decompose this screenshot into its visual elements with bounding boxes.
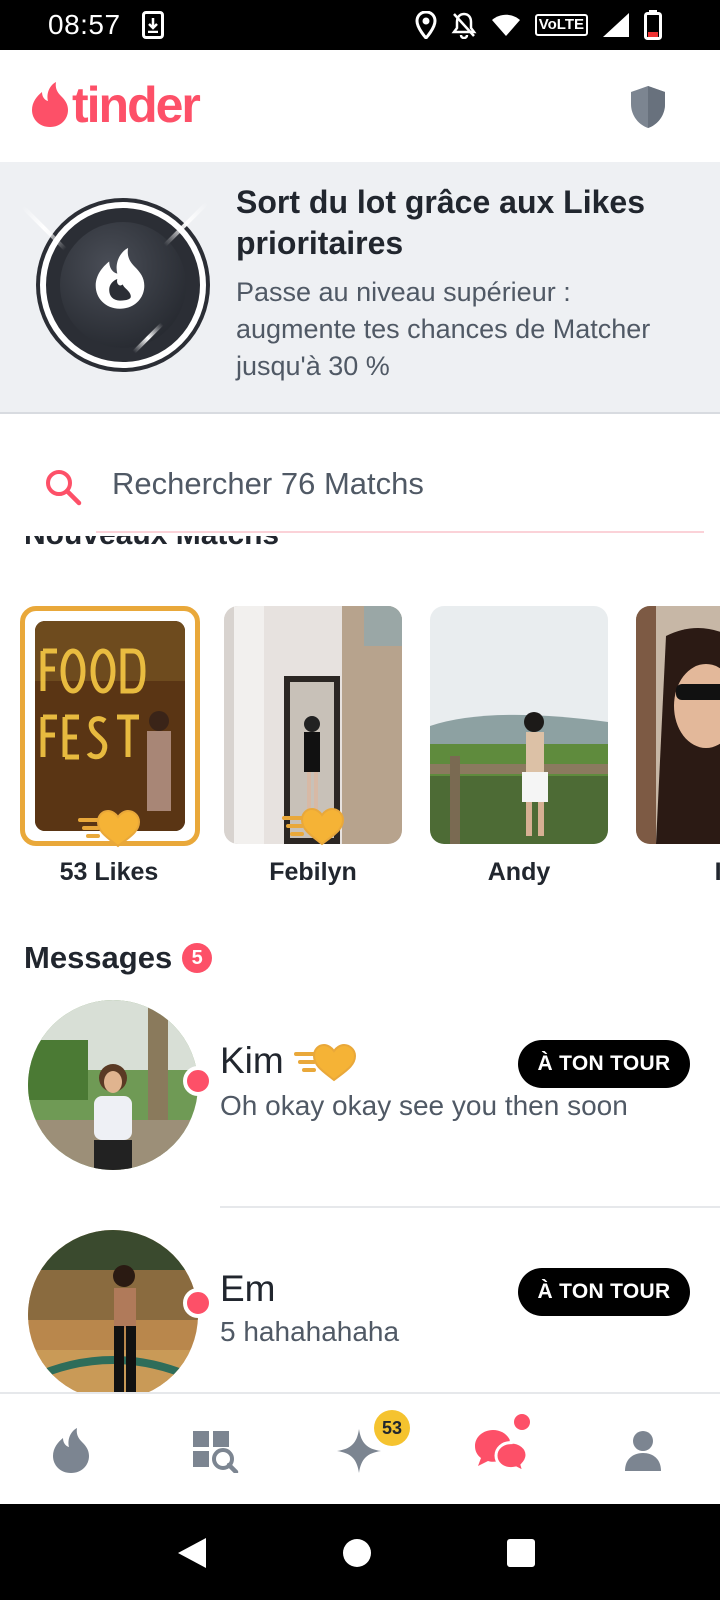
search-icon bbox=[46, 470, 82, 506]
match-name: Andy bbox=[487, 858, 551, 886]
your-turn-badge: À TON TOUR bbox=[518, 1268, 690, 1316]
tinder-logo[interactable]: tinder bbox=[30, 77, 201, 133]
system-navigation-bar bbox=[0, 1504, 720, 1600]
logo-text: tinder bbox=[72, 77, 201, 133]
priority-like-badge bbox=[21, 201, 209, 368]
messages-header: Messages 5 bbox=[24, 940, 213, 976]
profile-icon bbox=[625, 1431, 661, 1471]
tab-swipe[interactable] bbox=[36, 1416, 106, 1486]
message-sender-name: Kim bbox=[220, 1040, 284, 1081]
location-icon bbox=[415, 11, 437, 39]
gold-heart-icon bbox=[78, 809, 141, 848]
message-preview: Oh okay okay see you then soon bbox=[220, 1090, 628, 1121]
message-preview: 5 hahahahaha bbox=[220, 1316, 400, 1347]
match-name: Febilyn bbox=[269, 858, 357, 886]
battery-icon bbox=[644, 10, 662, 40]
status-bar: 08:57 VoLTE bbox=[0, 0, 720, 50]
match-card[interactable] bbox=[430, 606, 608, 844]
banner-title: Sort du lot grâce aux Likes prioritaires bbox=[236, 184, 645, 261]
download-icon bbox=[142, 11, 164, 39]
likes-card-photo bbox=[35, 621, 185, 831]
bottom-tab-bar: 53 bbox=[0, 1392, 720, 1504]
shield-icon[interactable] bbox=[628, 84, 668, 130]
messages-count-badge: 5 bbox=[182, 943, 213, 973]
flame-icon bbox=[95, 247, 145, 309]
message-sender-name: Em bbox=[220, 1268, 276, 1309]
match-name: Ia bbox=[714, 858, 720, 886]
home-icon[interactable] bbox=[342, 1538, 372, 1568]
your-turn-badge: À TON TOUR bbox=[518, 1040, 690, 1088]
status-time: 08:57 bbox=[48, 9, 121, 40]
tab-profile[interactable] bbox=[608, 1416, 678, 1486]
tab-explore[interactable] bbox=[180, 1416, 250, 1486]
back-icon[interactable] bbox=[176, 1536, 208, 1570]
avatar[interactable] bbox=[28, 1230, 198, 1400]
message-divider bbox=[220, 1206, 720, 1208]
gold-heart-icon bbox=[282, 807, 345, 846]
likes-count-badge: 53 bbox=[374, 1410, 410, 1446]
avatar[interactable] bbox=[28, 1000, 198, 1170]
match-card[interactable] bbox=[636, 606, 720, 844]
search-bar[interactable]: Rechercher 76 Matchs bbox=[0, 414, 720, 534]
likes-count-label: 53 Likes bbox=[59, 858, 159, 886]
messages-title: Messages bbox=[24, 940, 173, 975]
wifi-icon bbox=[491, 14, 520, 36]
chat-icon bbox=[475, 1430, 529, 1474]
flame-icon bbox=[53, 1428, 89, 1473]
signal-icon bbox=[603, 13, 629, 37]
gold-heart-icon bbox=[294, 1043, 357, 1082]
unread-indicator bbox=[183, 1288, 213, 1318]
new-matches-carousel[interactable]: 53 Likes Febilyn Andy I bbox=[0, 606, 720, 896]
new-matches-title-container: Nouveaux Matchs bbox=[24, 536, 424, 570]
message-row[interactable]: Kim Oh okay okay see you then soon À TON… bbox=[0, 1000, 720, 1200]
new-matches-title: Nouveaux Matchs bbox=[24, 536, 279, 552]
unread-indicator bbox=[183, 1066, 213, 1096]
banner-text: Passe au niveau supérieur : augmente tes… bbox=[236, 277, 651, 381]
app-header: tinder bbox=[0, 50, 720, 162]
notifications-off-icon bbox=[451, 12, 477, 39]
new-message-dot bbox=[514, 1414, 530, 1430]
explore-icon bbox=[193, 1431, 239, 1473]
priority-likes-banner[interactable]: Sort du lot grâce aux Likes prioritaires… bbox=[0, 162, 720, 414]
search-input[interactable]: Rechercher 76 Matchs bbox=[112, 466, 424, 502]
recents-icon[interactable] bbox=[506, 1538, 536, 1568]
search-underline bbox=[96, 531, 704, 533]
flame-icon bbox=[32, 82, 68, 127]
volte-label: VoLTE bbox=[534, 14, 588, 36]
